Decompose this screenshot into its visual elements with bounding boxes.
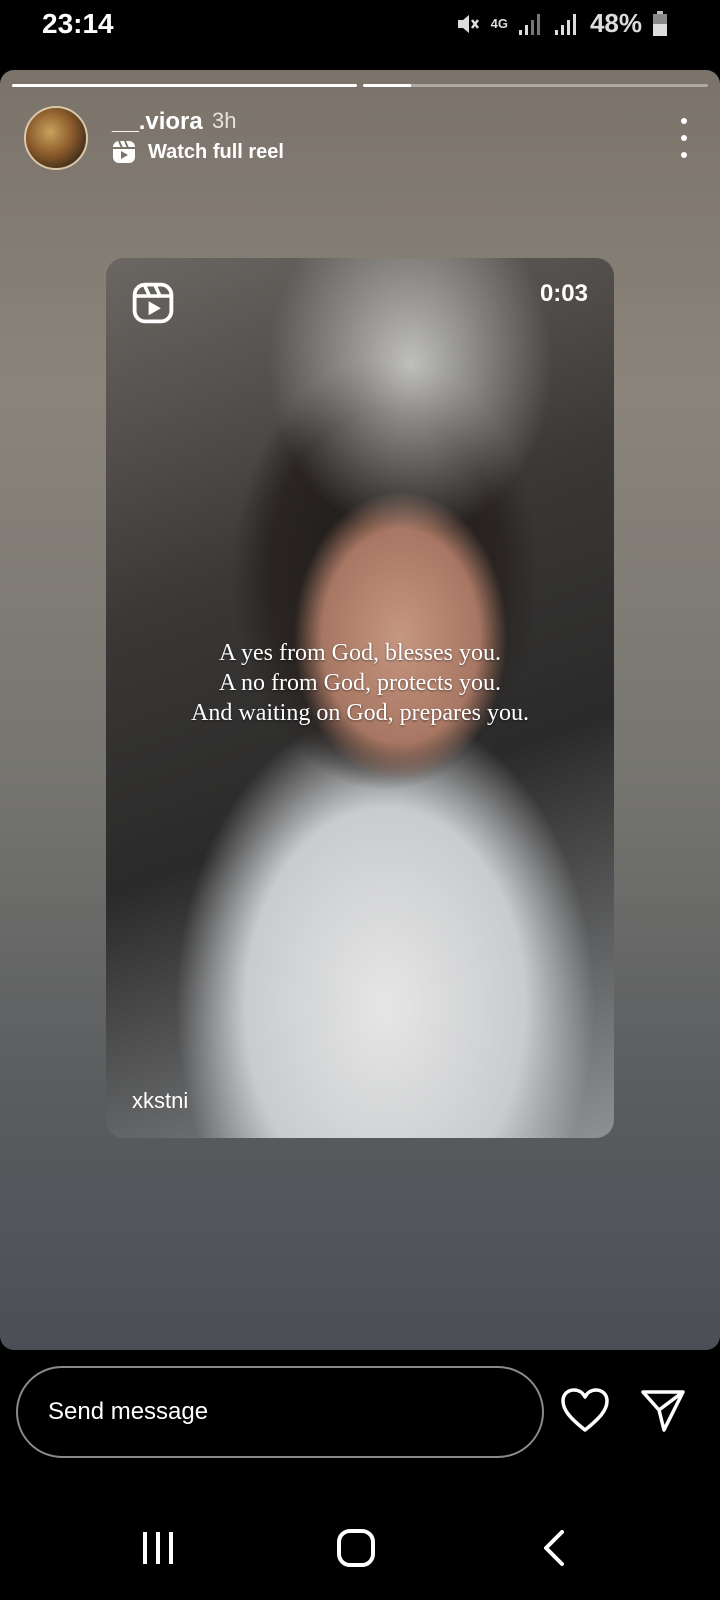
more-vertical-icon[interactable] bbox=[672, 118, 696, 158]
home-icon[interactable] bbox=[336, 1528, 376, 1568]
avatar[interactable] bbox=[24, 106, 88, 170]
status-bar: 23:14 4G 48% bbox=[0, 0, 720, 64]
signal-icon-2 bbox=[554, 13, 576, 35]
back-icon[interactable] bbox=[540, 1528, 570, 1568]
progress-segment bbox=[12, 84, 357, 87]
quote-line: And waiting on God, prepares you. bbox=[191, 700, 529, 726]
mute-icon bbox=[457, 14, 479, 33]
reel-creator[interactable]: xkstni bbox=[132, 1088, 188, 1114]
status-time: 23:14 bbox=[42, 8, 114, 39]
reel-preview[interactable]: 0:03 A yes from God, blesses you. A no f… bbox=[106, 258, 614, 1138]
story-age: 3h bbox=[212, 108, 237, 133]
reel-icon bbox=[113, 140, 135, 163]
reel-quote: A yes from God, blesses you. A no from G… bbox=[106, 638, 614, 728]
network-type: 4G bbox=[490, 15, 508, 31]
story-header: __.viora 3h Watch full reel bbox=[24, 106, 696, 178]
watch-full-reel-label: Watch full reel bbox=[148, 140, 284, 163]
message-bar bbox=[0, 1366, 720, 1466]
status-icons: 4G 48% bbox=[455, 8, 668, 39]
recents-icon[interactable] bbox=[140, 1528, 176, 1568]
battery-icon bbox=[653, 10, 667, 36]
quote-line: A yes from God, blesses you. bbox=[219, 640, 501, 666]
reel-icon bbox=[132, 282, 174, 324]
send-icon[interactable] bbox=[640, 1388, 686, 1434]
navigation-bar bbox=[0, 1500, 720, 1600]
username[interactable]: __.viora bbox=[112, 108, 203, 136]
progress-fill bbox=[363, 84, 412, 87]
battery-text: 48% bbox=[589, 8, 642, 38]
story-viewer[interactable]: __.viora 3h Watch full reel 0:03 A yes f… bbox=[0, 70, 720, 1350]
signal-icon bbox=[518, 13, 540, 35]
watch-full-reel-link[interactable]: Watch full reel bbox=[112, 140, 284, 164]
heart-icon[interactable] bbox=[560, 1388, 610, 1434]
quote-line: A no from God, protects you. bbox=[219, 670, 501, 696]
progress-segment bbox=[363, 84, 708, 87]
send-message-input[interactable] bbox=[16, 1366, 544, 1458]
progress-fill bbox=[12, 84, 357, 87]
reel-duration: 0:03 bbox=[539, 280, 588, 307]
story-progress bbox=[12, 84, 708, 88]
